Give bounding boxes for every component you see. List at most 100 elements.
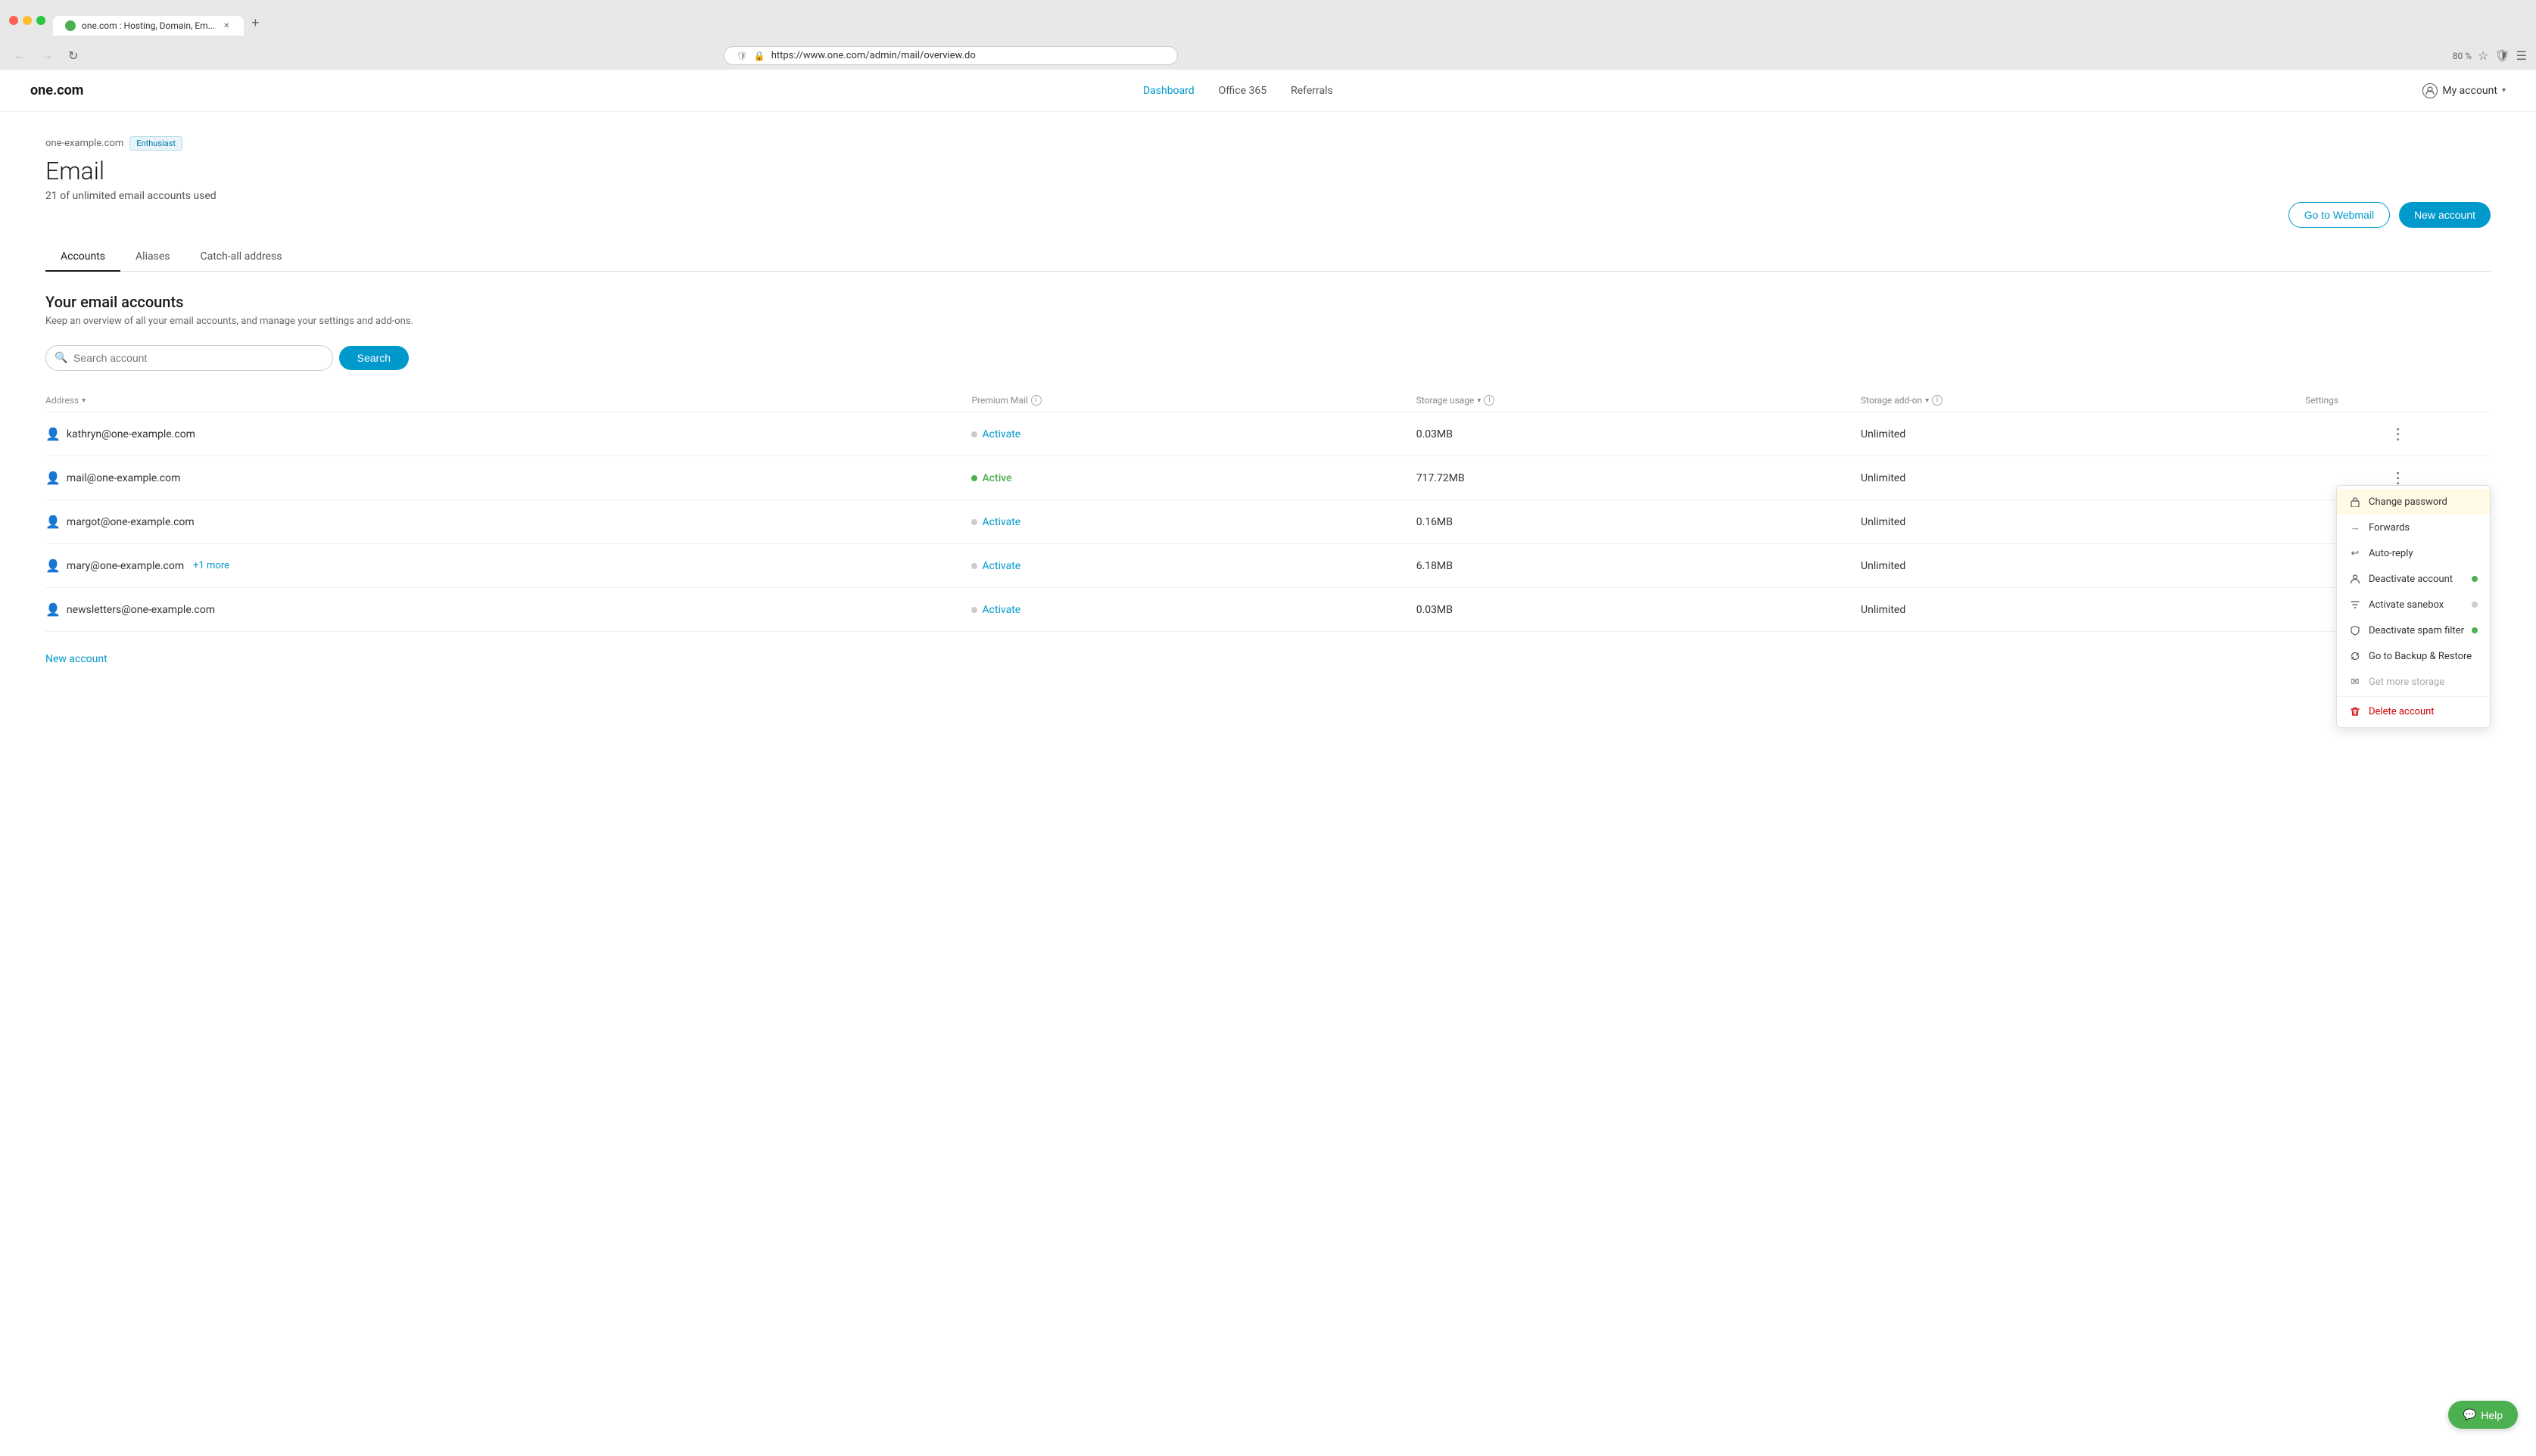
status-dot-gray: [971, 563, 977, 569]
section-desc: Keep an overview of all your email accou…: [45, 316, 2491, 327]
address-bar-row: ← → ↻ 🛡 🔒 https://www.one.com/admin/mail…: [0, 42, 2536, 70]
addon-margot: Unlimited: [1861, 516, 2305, 528]
email-address: mail@one-example.com: [67, 472, 181, 484]
activate-link-kathryn[interactable]: Activate: [982, 428, 1020, 440]
search-account-input[interactable]: [45, 345, 333, 371]
settings-menu-btn-kathryn[interactable]: ⋮: [2385, 423, 2412, 445]
go-to-webmail-button[interactable]: Go to Webmail: [2288, 202, 2390, 228]
my-account-button[interactable]: My account ▾: [2392, 83, 2506, 98]
lock-icon: 🔒: [754, 51, 765, 61]
search-row: 🔍 Search: [45, 345, 409, 371]
page-title: Email: [45, 157, 217, 185]
menu-item-activate-sanebox[interactable]: Activate sanebox: [2337, 592, 2490, 618]
url-text: https://www.one.com/admin/mail/overview.…: [771, 50, 976, 61]
search-button[interactable]: Search: [339, 346, 409, 370]
menu-item-deactivate-account[interactable]: Deactivate account: [2337, 566, 2490, 592]
menu-item-label: Get more storage: [2369, 677, 2444, 688]
menu-item-label: Change password: [2369, 496, 2447, 508]
menu-item-autoreply[interactable]: ↩ Auto-reply: [2337, 540, 2490, 566]
traffic-light-green[interactable]: [36, 16, 45, 25]
address-bar[interactable]: 🛡 🔒 https://www.one.com/admin/mail/overv…: [724, 46, 1178, 65]
main-content: one-example.com Enthusiast Email 21 of u…: [0, 112, 2536, 689]
status-cell-mail: Active: [971, 472, 1416, 484]
nav-link-dashboard[interactable]: Dashboard: [1143, 85, 1195, 97]
new-tab-button[interactable]: +: [244, 11, 267, 36]
th-addon: Storage add-on ▾ i: [1861, 395, 2305, 406]
activate-link-mary[interactable]: Activate: [982, 560, 1020, 572]
settings-mail: ⋮ Change password: [2305, 467, 2491, 489]
menu-item-label: Deactivate spam filter: [2369, 625, 2464, 636]
status-cell-newsletters: Activate: [971, 604, 1416, 616]
top-nav: one.com Dashboard Office 365 Referrals M…: [0, 70, 2536, 112]
security-icon: 🛡: [737, 51, 748, 61]
tab-catchall[interactable]: Catch-all address: [185, 243, 297, 272]
email-cell-mary: 👤 mary@one-example.com +1 more: [45, 558, 971, 573]
addon-info-icon[interactable]: i: [1932, 395, 1943, 406]
zoom-level: 80 %: [2453, 51, 2472, 61]
browser-tab[interactable]: one.com : Hosting, Domain, Em... ✕: [53, 16, 244, 36]
nav-link-office365[interactable]: Office 365: [1219, 85, 1266, 97]
enthusiast-badge: Enthusiast: [129, 136, 182, 151]
status-dot-green: [2472, 627, 2478, 633]
settings-kathryn: ⋮: [2305, 423, 2491, 445]
activate-link-margot[interactable]: Activate: [982, 516, 1020, 528]
menu-item-delete-account[interactable]: Delete account: [2337, 698, 2490, 724]
menu-item-get-storage: ✉ Get more storage: [2337, 669, 2490, 695]
email-cell-mail: 👤 mail@one-example.com: [45, 471, 971, 485]
premium-info-icon[interactable]: i: [1031, 395, 1042, 406]
user-icon: [2349, 573, 2361, 585]
menu-button[interactable]: ☰: [2516, 48, 2527, 64]
status-cell-mary: Activate: [971, 560, 1416, 572]
search-icon: 🔍: [55, 352, 67, 364]
storage-info-icon[interactable]: i: [1484, 395, 1494, 406]
addon-sort-icon: ▾: [1925, 397, 1929, 405]
email-account-icon: 👤: [45, 427, 61, 441]
menu-item-forwards[interactable]: → Forwards: [2337, 515, 2490, 540]
help-icon: 💬: [2463, 1408, 2476, 1421]
help-button[interactable]: 💬 Help: [2448, 1401, 2518, 1429]
status-dot-green: [971, 475, 977, 481]
addon-newsletters: Unlimited: [1861, 604, 2305, 616]
nav-link-referrals[interactable]: Referrals: [1291, 85, 1333, 97]
menu-item-change-password[interactable]: Change password: [2337, 489, 2490, 515]
menu-item-label: Activate sanebox: [2369, 599, 2444, 611]
menu-divider: [2337, 696, 2490, 697]
menu-item-label: Go to Backup & Restore: [2369, 651, 2472, 662]
traffic-light-red[interactable]: [9, 16, 18, 25]
menu-item-backup-restore[interactable]: Go to Backup & Restore: [2337, 643, 2490, 669]
bookmark-button[interactable]: ☆: [2478, 48, 2488, 64]
traffic-light-yellow[interactable]: [23, 16, 32, 25]
tab-aliases[interactable]: Aliases: [120, 243, 185, 272]
page: one.com Dashboard Office 365 Referrals M…: [0, 70, 2536, 1456]
page-subtitle: 21 of unlimited email accounts used: [45, 190, 217, 202]
new-account-button[interactable]: New account: [2399, 202, 2491, 228]
email-address: margot@one-example.com: [67, 516, 195, 528]
forward-button[interactable]: →: [36, 48, 58, 64]
filter-icon: [2349, 599, 2361, 611]
new-account-row: New account: [45, 644, 2491, 665]
tab-accounts[interactable]: Accounts: [45, 243, 120, 272]
email-address: newsletters@one-example.com: [67, 604, 215, 616]
reload-button[interactable]: ↻: [64, 47, 83, 65]
table-row: 👤 kathryn@one-example.com Activate 0.03M…: [45, 412, 2491, 456]
mail-icon: ✉: [2349, 676, 2361, 688]
context-menu: Change password → Forwards ↩ Auto-reply: [2336, 485, 2491, 728]
address-sort-icon: ▾: [82, 397, 86, 405]
logo: one.com: [30, 82, 83, 98]
back-button[interactable]: ←: [9, 48, 30, 64]
new-account-link[interactable]: New account: [45, 653, 107, 665]
help-label: Help: [2481, 1409, 2503, 1421]
status-dot-green: [2472, 576, 2478, 582]
menu-item-deactivate-spam[interactable]: Deactivate spam filter: [2337, 618, 2490, 643]
tab-title: one.com : Hosting, Domain, Em...: [82, 20, 215, 31]
tab-close-button[interactable]: ✕: [221, 20, 232, 31]
table-row: 👤 mary@one-example.com +1 more Activate …: [45, 544, 2491, 588]
email-account-icon: 👤: [45, 602, 61, 617]
activate-link-newsletters[interactable]: Activate: [982, 604, 1020, 616]
storage-sort-icon: ▾: [1477, 397, 1481, 405]
table-header: Address ▾ Premium Mail i Storage usage ▾…: [45, 389, 2491, 412]
shield-button[interactable]: 🛡: [2494, 48, 2510, 64]
lock-icon: [2349, 496, 2361, 508]
email-account-icon: 👤: [45, 515, 61, 529]
refresh-icon: [2349, 650, 2361, 662]
